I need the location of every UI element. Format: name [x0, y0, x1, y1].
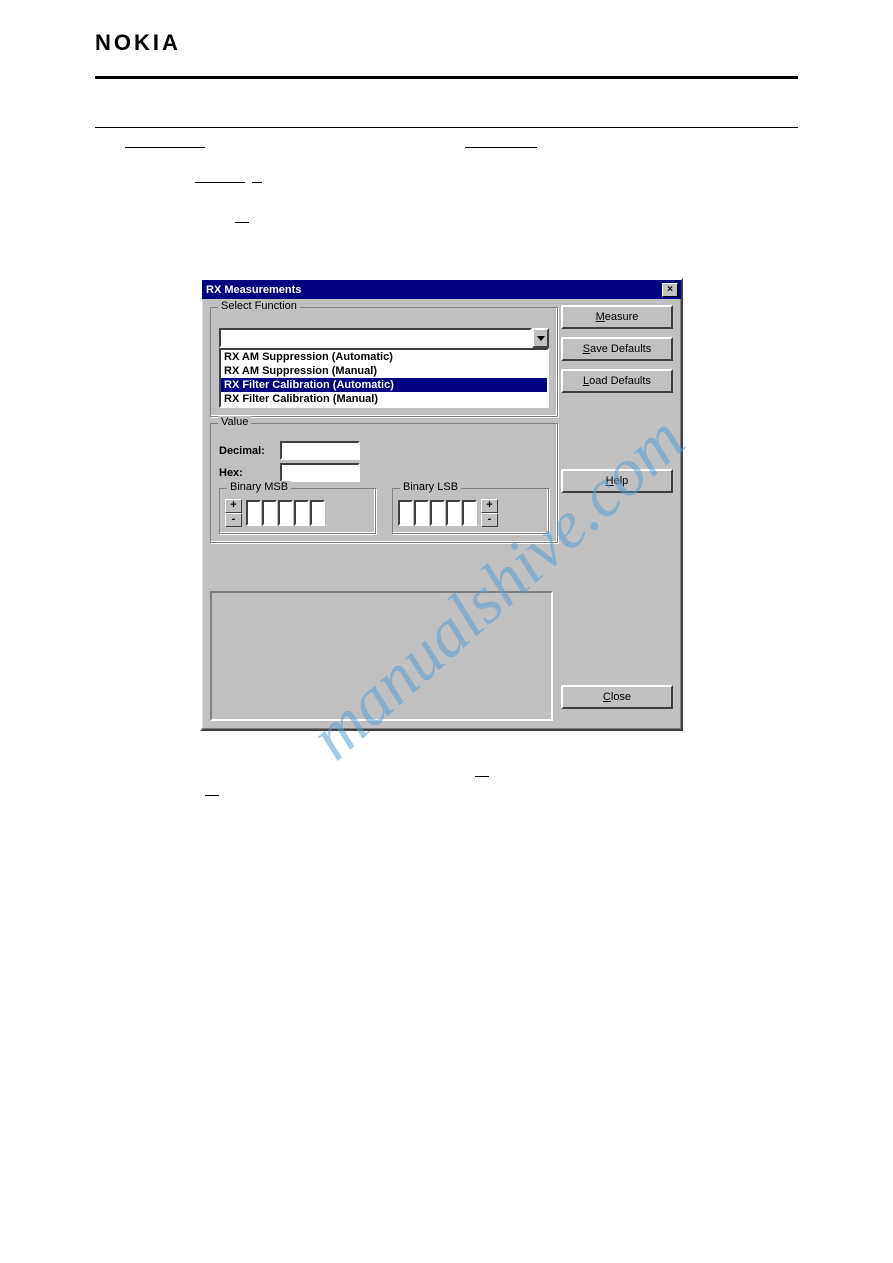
dialog-title: RX Measurements — [206, 284, 301, 296]
minus-button[interactable]: - — [225, 513, 242, 527]
function-combo-input[interactable] — [219, 328, 532, 348]
text-stub — [205, 790, 219, 796]
decimal-input[interactable] — [280, 441, 360, 460]
bit-cell[interactable] — [446, 500, 461, 526]
hex-label: Hex: — [219, 467, 273, 479]
text-stub — [475, 771, 489, 777]
list-item-selected[interactable]: RX Filter Calibration (Automatic) — [221, 378, 547, 392]
nokia-logo: NOKIA — [95, 30, 798, 56]
divider-thick — [95, 76, 798, 79]
bit-cell[interactable] — [246, 500, 261, 526]
bit-cell[interactable] — [462, 500, 477, 526]
text-stub — [235, 215, 249, 223]
plus-button[interactable]: + — [225, 499, 242, 513]
text-stub — [252, 175, 262, 183]
text-stub — [195, 173, 245, 183]
list-item[interactable]: RX AM Suppression (Manual) — [221, 364, 547, 378]
bit-cell[interactable] — [278, 500, 293, 526]
minus-button[interactable]: - — [481, 513, 498, 527]
value-group: Value Decimal: Hex: Binary MSB — [210, 423, 558, 543]
group-label: Value — [218, 416, 251, 428]
measure-button[interactable]: Measure — [561, 305, 673, 329]
list-item[interactable]: RX Filter Calibration (Manual) — [221, 392, 547, 406]
binary-msb-group: Binary MSB + - — [219, 488, 376, 534]
load-defaults-button[interactable]: Load Defaults — [561, 369, 673, 393]
decimal-label: Decimal: — [219, 445, 273, 457]
list-item[interactable]: RX AM Suppression (Automatic) — [221, 350, 547, 364]
close-button[interactable]: Close — [561, 685, 673, 709]
function-listbox[interactable]: RX AM Suppression (Automatic) RX AM Supp… — [219, 348, 549, 408]
bit-cell[interactable] — [294, 500, 309, 526]
select-function-group: Select Function RX AM Suppression (Autom… — [210, 307, 558, 417]
save-defaults-button[interactable]: Save Defaults — [561, 337, 673, 361]
close-icon[interactable]: × — [662, 283, 678, 297]
group-label: Select Function — [218, 300, 300, 312]
plus-button[interactable]: + — [481, 499, 498, 513]
group-label: Binary LSB — [400, 481, 461, 493]
divider-thin — [95, 127, 798, 128]
group-label: Binary MSB — [227, 481, 291, 493]
output-panel — [210, 591, 553, 721]
bit-cell[interactable] — [310, 500, 325, 526]
chevron-down-icon[interactable] — [532, 328, 549, 348]
bit-cell[interactable] — [398, 500, 413, 526]
text-stub — [125, 138, 205, 148]
hex-input[interactable] — [280, 463, 360, 482]
titlebar[interactable]: RX Measurements × — [202, 280, 681, 299]
binary-lsb-group: Binary LSB + - — [392, 488, 549, 534]
text-stub — [465, 138, 537, 148]
bit-cell[interactable] — [262, 500, 277, 526]
help-button[interactable]: Help — [561, 469, 673, 493]
bit-cell[interactable] — [414, 500, 429, 526]
bit-cell[interactable] — [430, 500, 445, 526]
rx-measurements-dialog: RX Measurements × Select Function RX AM … — [200, 278, 683, 731]
